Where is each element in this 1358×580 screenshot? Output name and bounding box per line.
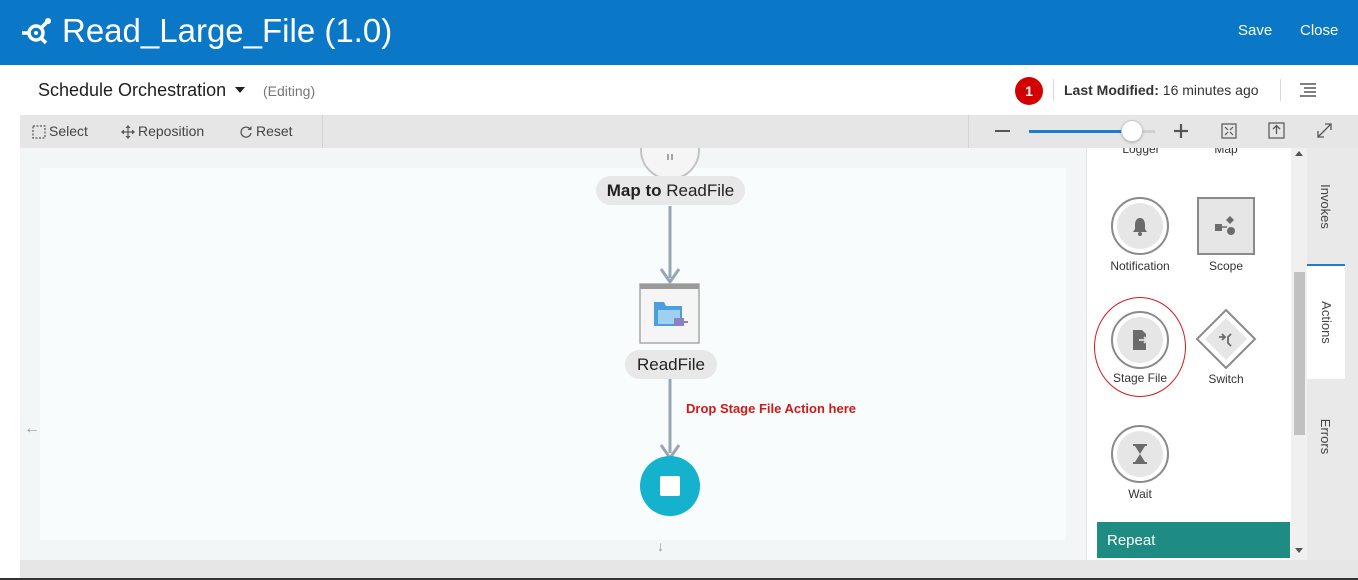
reposition-tool-label: Reposition — [138, 123, 205, 139]
caret-down-icon[interactable] — [235, 87, 245, 93]
select-tool-label: Select — [49, 123, 88, 139]
hourglass-icon — [1111, 425, 1169, 483]
editing-status: (Editing) — [263, 83, 316, 99]
palette-item-wait[interactable]: Wait — [1095, 425, 1185, 501]
bell-icon — [1111, 197, 1169, 255]
palette-item-logger[interactable]: Logger — [1096, 148, 1186, 156]
palette-item-label: Notification — [1110, 259, 1170, 273]
select-tool-button[interactable]: Select — [32, 123, 88, 139]
palette-item-label: Map — [1214, 148, 1238, 156]
toolbar-divider — [322, 115, 323, 148]
palette-section-repeat[interactable]: Repeat — [1097, 522, 1290, 558]
app-header: Read_Large_File (1.0) Save Close — [0, 0, 1358, 65]
zoom-in-icon[interactable] — [1173, 123, 1189, 139]
pan-down-arrow-icon[interactable]: ↓ — [657, 538, 664, 554]
last-modified: Last Modified: 16 minutes ago — [1064, 82, 1259, 98]
zoom-out-icon[interactable] — [995, 130, 1010, 132]
toolbar-divider — [968, 115, 969, 148]
fit-to-screen-icon[interactable] — [1221, 123, 1237, 139]
side-tabs: Invokes Actions Errors — [1307, 148, 1358, 560]
map-label-rest: ReadFile — [661, 181, 735, 200]
zoom-slider-fill — [1029, 130, 1133, 133]
last-modified-label: Last Modified: — [1064, 82, 1159, 98]
menu-list-icon[interactable] — [1299, 82, 1317, 98]
bottom-strip — [20, 560, 1358, 580]
orchestration-canvas[interactable]: Map to ReadFile ReadFile Drop Stage File… — [20, 148, 1086, 560]
reposition-tool-button[interactable]: Reposition — [121, 123, 204, 139]
flow-diagram — [639, 148, 700, 516]
readfile-label[interactable]: ReadFile — [625, 350, 717, 379]
page-title: Read_Large_File (1.0) — [62, 12, 393, 49]
tab-actions-label: Actions — [1318, 301, 1334, 344]
integration-logo-icon — [22, 18, 51, 45]
tab-invokes[interactable]: Invokes — [1307, 148, 1344, 264]
reset-tool-label: Reset — [256, 123, 293, 139]
scroll-down-arrow-icon[interactable] — [1295, 548, 1303, 553]
map-node-icon[interactable] — [640, 148, 700, 180]
scroll-up-arrow-icon[interactable] — [1295, 151, 1303, 156]
map-to-readfile-label[interactable]: Map to ReadFile — [596, 176, 745, 205]
palette-item-label: Scope — [1208, 259, 1244, 273]
error-count-badge[interactable]: 1 — [1015, 77, 1043, 105]
actions-palette: Logger Map Notification Scope Stage File… — [1086, 148, 1307, 560]
schedule-orchestration-menu[interactable]: Schedule Orchestration — [38, 80, 226, 101]
palette-item-switch[interactable]: Switch — [1181, 308, 1271, 386]
pan-left-arrow-icon[interactable]: ← — [24, 420, 40, 438]
stop-node-icon[interactable] — [640, 456, 700, 516]
divider — [1053, 79, 1054, 101]
tab-invokes-label: Invokes — [1318, 183, 1333, 229]
zoom-slider-thumb[interactable] — [1121, 120, 1144, 142]
tab-actions[interactable]: Actions — [1307, 264, 1345, 379]
palette-item-label: Switch — [1208, 372, 1244, 386]
canvas-toolbar: Select Reposition Reset — [20, 115, 1358, 148]
reset-tool-button[interactable]: Reset — [239, 123, 293, 139]
map-label-bold: Map to — [606, 181, 662, 200]
sub-header: Schedule Orchestration (Editing) 1 Last … — [0, 65, 1358, 115]
last-modified-value: 16 minutes ago — [1162, 82, 1259, 98]
export-image-icon[interactable] — [1268, 122, 1285, 139]
reset-icon — [240, 126, 252, 138]
drop-hint-annotation: Drop Stage File Action here — [686, 401, 856, 416]
divider — [1280, 79, 1281, 101]
zoom-slider[interactable] — [1029, 120, 1155, 142]
palette-item-label: Wait — [1128, 487, 1152, 501]
save-button[interactable]: Save — [1238, 22, 1272, 39]
close-button[interactable]: Close — [1300, 22, 1338, 39]
palette-item-label: Stage File — [1112, 371, 1168, 385]
stage-file-icon — [1111, 311, 1169, 369]
palette-item-stage-file[interactable]: Stage File — [1095, 311, 1185, 385]
palette-scrollbar[interactable] — [1291, 148, 1307, 560]
move-icon — [121, 125, 135, 139]
tab-errors[interactable]: Errors — [1307, 379, 1344, 494]
readfile-node-icon[interactable] — [639, 283, 700, 344]
expand-icon[interactable] — [1316, 122, 1333, 139]
scope-icon — [1197, 197, 1255, 255]
palette-item-label: Logger — [1122, 148, 1160, 156]
scrollbar-thumb[interactable] — [1294, 272, 1305, 435]
select-icon — [32, 125, 46, 139]
palette-item-scope[interactable]: Scope — [1181, 197, 1271, 273]
tab-errors-label: Errors — [1317, 418, 1333, 455]
palette-item-notification[interactable]: Notification — [1095, 197, 1185, 273]
switch-icon — [1195, 308, 1257, 370]
palette-item-map[interactable]: Map — [1181, 148, 1271, 156]
